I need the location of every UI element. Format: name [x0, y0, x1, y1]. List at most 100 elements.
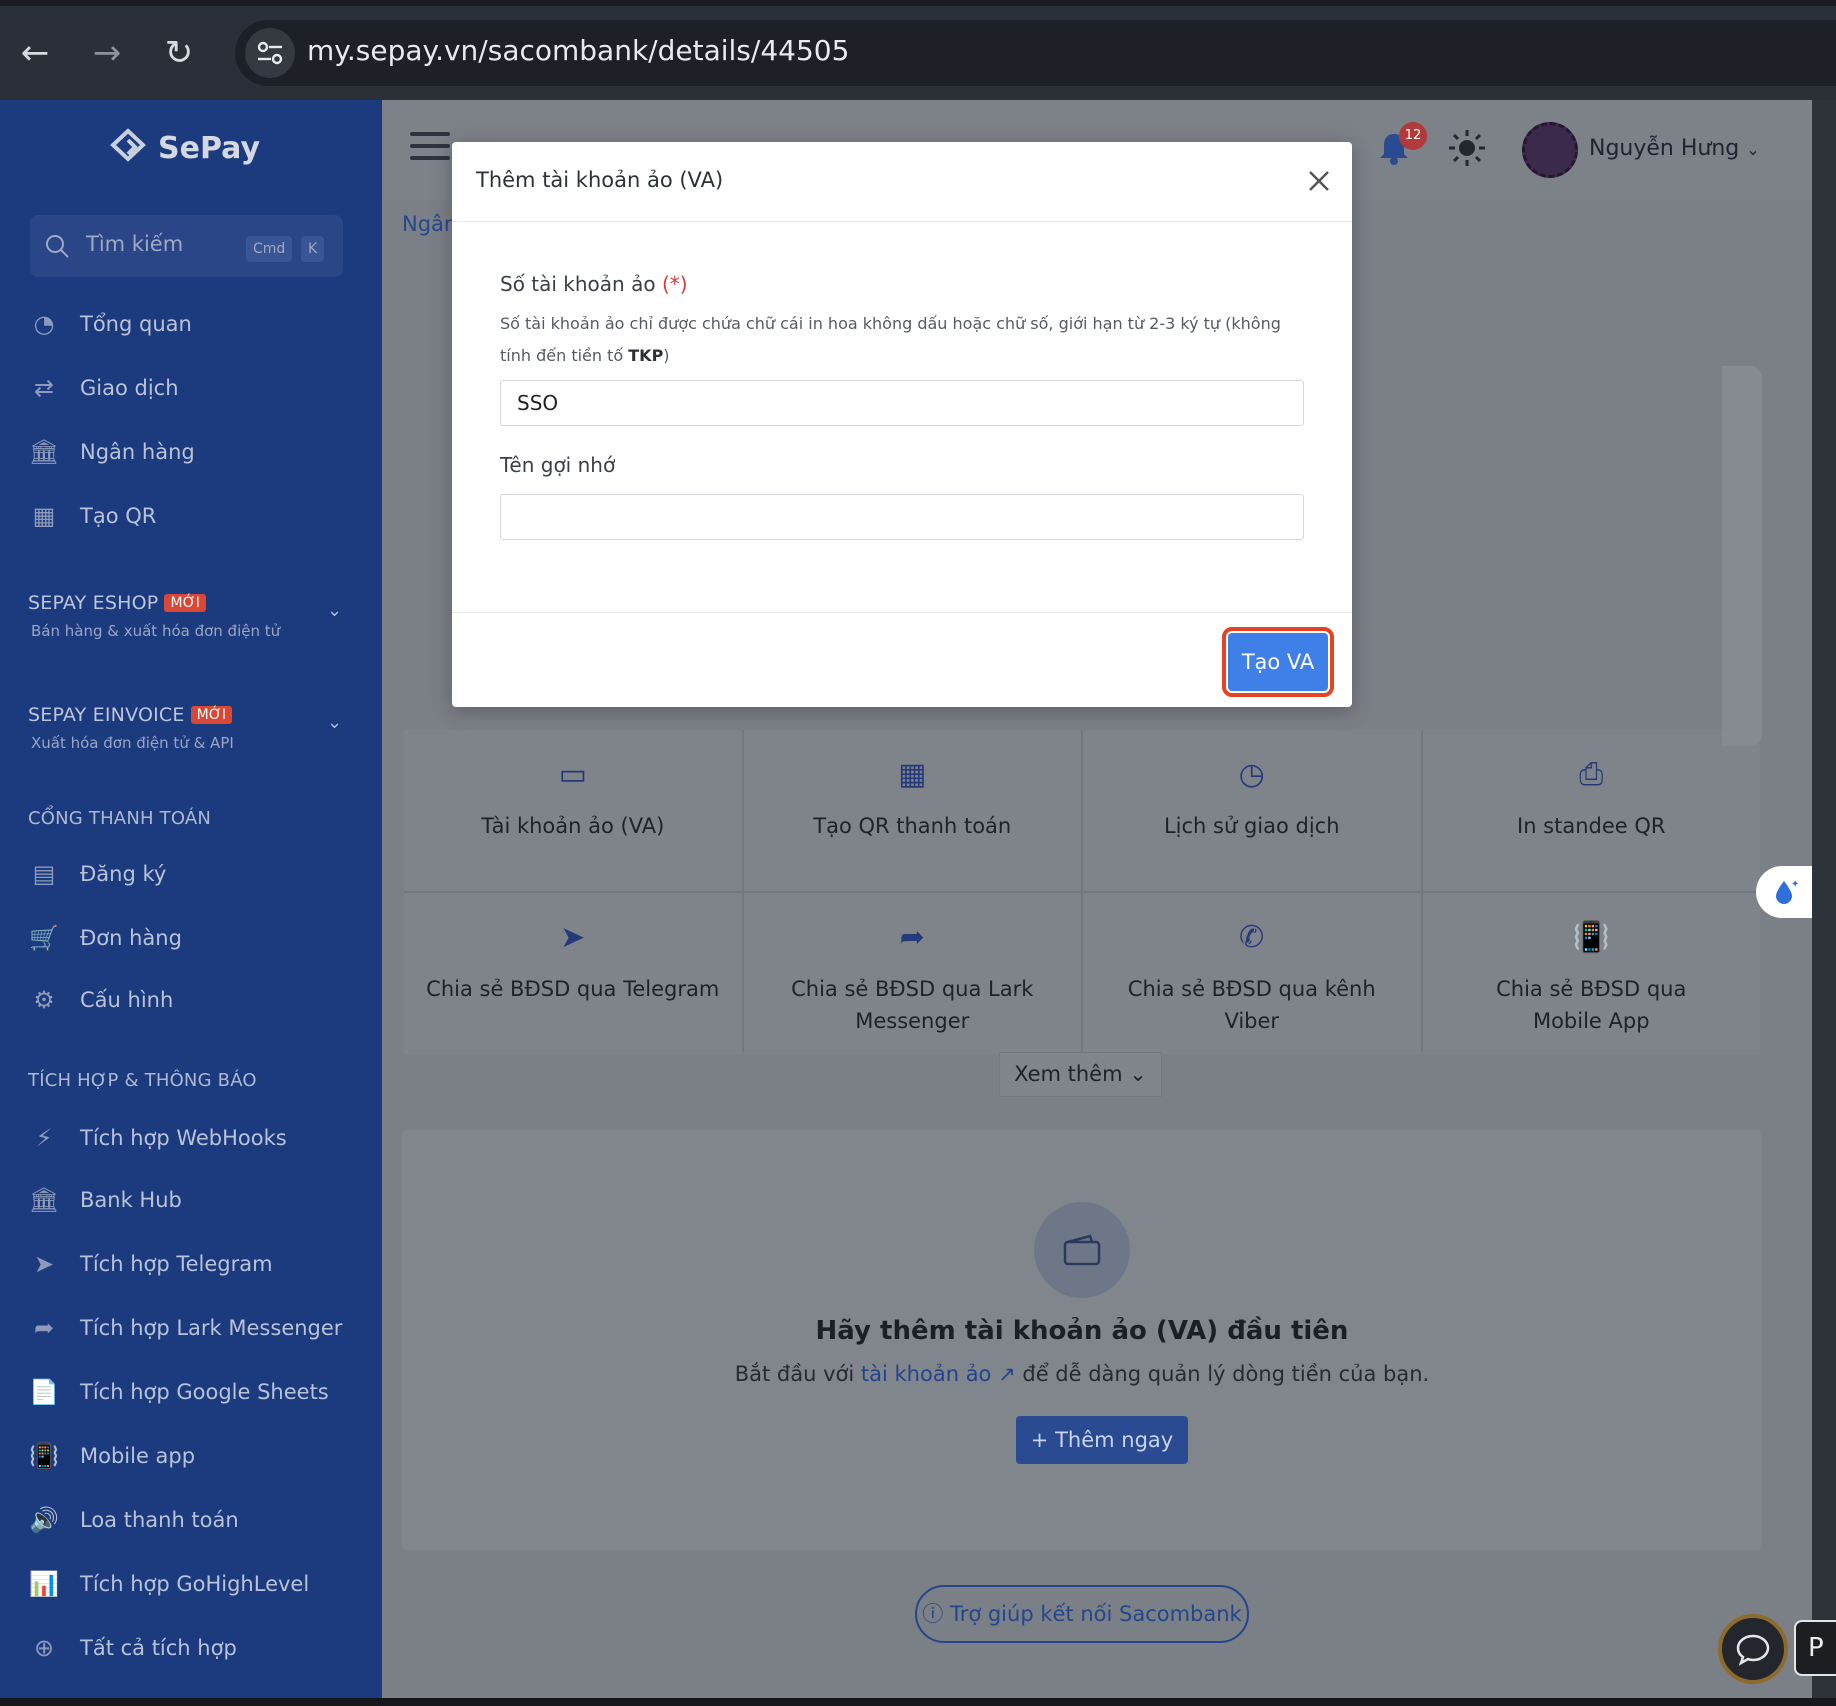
feature-card-standee[interactable]: ⎙ In standee QR: [1422, 730, 1760, 891]
sidebar-item-bank[interactable]: 🏛 Ngân hàng: [28, 438, 195, 466]
sidebar-item-label: Tích hợp GoHighLevel: [80, 1572, 310, 1596]
send-icon: ➦: [899, 920, 925, 955]
feature-card-label: Tài khoản ảo (VA): [481, 814, 665, 838]
empty-state-panel: Hãy thêm tài khoản ảo (VA) đầu tiên Bắt …: [402, 1130, 1762, 1550]
forward-arrow-icon[interactable]: →: [84, 30, 130, 76]
sidebar-eshop-title[interactable]: SEPAY ESHOP MỚI: [28, 592, 207, 614]
chat-icon[interactable]: [1718, 1614, 1788, 1684]
create-va-button[interactable]: Tạo VA: [1228, 633, 1328, 691]
ai-assist-icon[interactable]: ✦: [1756, 866, 1812, 918]
side-panel-rail: [1812, 100, 1836, 1698]
sidebar-section-integrations: TÍCH HỢP & THÔNG BÁO: [28, 1070, 257, 1091]
feature-card-viber[interactable]: ✆ Chia sẻ BĐSD qua kênh Viber: [1083, 893, 1421, 1054]
feature-card-telegram[interactable]: ➤ Chia sẻ BĐSD qua Telegram: [404, 893, 742, 1054]
sidebar-item-mobile-app[interactable]: 📳 Mobile app: [29, 1442, 196, 1470]
chevron-down-icon[interactable]: ⌄: [327, 712, 342, 733]
sidebar-search-input[interactable]: Tìm kiếm Cmd K: [30, 215, 343, 277]
sidebar-item-label: Tích hợp Lark Messenger: [80, 1316, 343, 1340]
sidebar-item-settings[interactable]: ⚙ Cấu hình: [30, 986, 173, 1014]
bank-icon: 🏛: [28, 1186, 60, 1214]
sidebar-item-label: Mobile app: [80, 1444, 196, 1468]
add-va-modal: Thêm tài khoản ảo (VA) Số tài khoản ảo (…: [452, 142, 1352, 707]
feature-card-label: Chia sẻ BĐSD qua Telegram: [426, 977, 720, 1001]
sidebar-eshop-subtitle: Bán hàng & xuất hóa đơn điện tử: [31, 622, 281, 640]
sidebar-item-webhooks[interactable]: ⚡ Tích hợp WebHooks: [30, 1124, 287, 1152]
browser-toolbar: ← → ↻ my.sepay.vn/sacombank/details/4450…: [0, 0, 1836, 100]
clock-icon: ◷: [1238, 757, 1265, 792]
lightning-icon: ⚡: [35, 1124, 53, 1152]
feature-card-va[interactable]: ▭ Tài khoản ảo (VA): [404, 730, 742, 891]
transfer-icon: ⇄: [33, 374, 55, 402]
user-menu[interactable]: Nguyễn Hưng ⌄: [1589, 136, 1760, 161]
feature-card-label: Chia sẻ BĐSD qua Mobile App: [1496, 977, 1687, 1033]
sidebar-item-transactions[interactable]: ⇄ Giao dịch: [30, 374, 179, 402]
va-doc-link[interactable]: tài khoản ảo: [861, 1362, 992, 1386]
address-bar[interactable]: my.sepay.vn/sacombank/details/44505: [235, 20, 1836, 86]
sidebar-item-label: Đơn hàng: [80, 926, 182, 950]
modal-header: Thêm tài khoản ảo (VA): [452, 142, 1352, 222]
sidebar-item-label: Ngân hàng: [80, 440, 195, 464]
nickname-input[interactable]: [500, 494, 1304, 540]
reload-icon[interactable]: ↻: [156, 30, 202, 76]
new-badge: MỚI: [190, 706, 233, 724]
chart-icon: 📊: [29, 1570, 59, 1598]
feature-card-label: Tạo QR thanh toán: [813, 814, 1012, 838]
sidebar-item-speaker[interactable]: 🔊 Loa thanh toán: [29, 1506, 239, 1534]
sidebar-item-label: Loa thanh toán: [80, 1508, 239, 1532]
sidebar-item-all-integrations[interactable]: ⊕ Tất cả tích hợp: [30, 1634, 237, 1662]
sidebar-item-register[interactable]: ▤ Đăng ký: [30, 860, 167, 888]
sidebar-item-bank-hub[interactable]: 🏛 Bank Hub: [28, 1186, 182, 1214]
qr-icon: ▦: [898, 757, 927, 792]
menu-toggle-icon[interactable]: [410, 132, 450, 164]
tab-strip: [0, 0, 1836, 6]
sidebar-item-lark[interactable]: ➦ Tích hợp Lark Messenger: [30, 1314, 343, 1342]
brand-name: SePay: [158, 130, 261, 166]
add-now-button[interactable]: + Thêm ngay: [1016, 1416, 1188, 1464]
bank-icon: 🏛: [28, 438, 60, 466]
breadcrumb[interactable]: Ngân: [402, 212, 457, 236]
sidebar-item-create-qr[interactable]: ▦ Tạo QR: [30, 502, 157, 530]
question-circle-icon: ⓘ: [922, 1602, 944, 1626]
sidebar-section-payment: CỔNG THANH TOÁN: [28, 808, 212, 829]
feature-card-label: Lịch sử giao dịch: [1163, 814, 1340, 838]
va-number-input[interactable]: SSO: [500, 380, 1304, 426]
feature-card-lark[interactable]: ➦ Chia sẻ BĐSD qua Lark Messenger: [743, 893, 1081, 1054]
qr-icon: ▦: [32, 502, 56, 530]
sidebar-item-google-sheets[interactable]: 📄 Tích hợp Google Sheets: [29, 1378, 329, 1406]
url-text[interactable]: my.sepay.vn/sacombank/details/44505: [307, 34, 849, 67]
feature-card-create-qr[interactable]: ▦ Tạo QR thanh toán: [743, 730, 1081, 891]
va-number-label: Số tài khoản ảo (*): [500, 272, 688, 296]
side-chip[interactable]: P: [1794, 1620, 1836, 1676]
feature-card-label: Chia sẻ BĐSD qua kênh Viber: [1127, 977, 1376, 1033]
speaker-icon: 🔊: [29, 1506, 59, 1534]
shortcut-key-k: K: [301, 236, 325, 262]
sidebar-einvoice-title[interactable]: SEPAY EINVOICE MỚI: [28, 704, 233, 726]
sidebar-item-label: Tích hợp Google Sheets: [80, 1380, 329, 1404]
close-icon[interactable]: [1304, 166, 1334, 196]
back-arrow-icon[interactable]: ←: [12, 30, 58, 76]
va-number-hint: Số tài khoản ảo chỉ được chứa chữ cái in…: [500, 314, 1281, 365]
see-more-button[interactable]: Xem thêm ⌄: [999, 1052, 1162, 1097]
avatar[interactable]: [1522, 122, 1578, 178]
chevron-down-icon[interactable]: ⌄: [327, 600, 342, 621]
sidebar-item-telegram[interactable]: ➤ Tích hợp Telegram: [30, 1250, 273, 1278]
theme-toggle-icon[interactable]: [1447, 128, 1487, 168]
sidebar-item-label: Đăng ký: [80, 862, 167, 886]
send-icon: ➦: [33, 1314, 55, 1342]
sidebar: SePay Tìm kiếm Cmd K ◔ Tổng quan ⇄ Giao dị…: [0, 100, 382, 1698]
search-icon: [46, 235, 69, 258]
wallet-icon: [1034, 1202, 1130, 1298]
phone-vibrate-icon: 📳: [29, 1442, 59, 1470]
site-settings-icon[interactable]: [245, 28, 295, 78]
sidebar-item-orders[interactable]: 🛒 Đơn hàng: [29, 924, 182, 952]
sepay-logo-icon: [110, 128, 146, 162]
help-connect-button[interactable]: ⓘ Trợ giúp kết nối Sacombank: [915, 1585, 1249, 1643]
dashboard-icon: ◔: [33, 310, 55, 338]
sidebar-item-gohighlevel[interactable]: 📊 Tích hợp GoHighLevel: [29, 1570, 310, 1598]
notification-count: 12: [1399, 122, 1427, 150]
feature-card-history[interactable]: ◷ Lịch sử giao dịch: [1083, 730, 1421, 891]
feature-card-mobile-app[interactable]: 📳 Chia sẻ BĐSD qua Mobile App: [1422, 893, 1760, 1054]
telegram-icon: ➤: [33, 1250, 55, 1278]
brand-logo[interactable]: SePay: [108, 128, 260, 168]
sidebar-item-overview[interactable]: ◔ Tổng quan: [30, 310, 192, 338]
